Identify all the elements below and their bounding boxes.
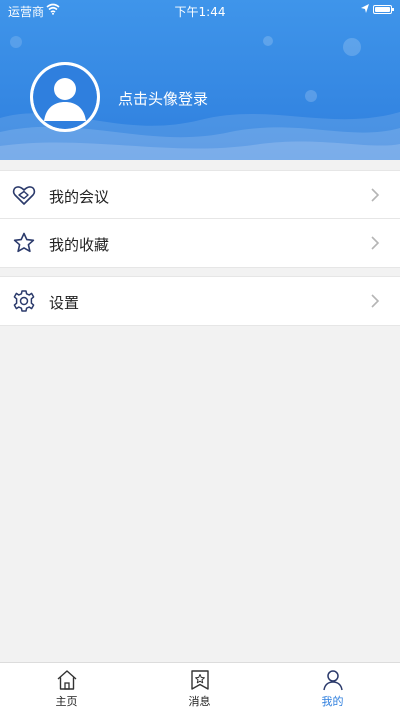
tab-label: 我的 xyxy=(321,695,344,708)
tab-label: 消息 xyxy=(188,695,211,708)
profile-header: 运营商 下午1:44 点击头像登录 xyxy=(0,0,400,160)
bottom-tab-bar: 主页 消息 我的 xyxy=(0,662,400,710)
status-bar: 运营商 下午1:44 xyxy=(0,0,400,20)
chevron-right-icon xyxy=(371,294,380,308)
menu-group-secondary: 设置 xyxy=(0,276,400,326)
login-prompt[interactable]: 点击头像登录 xyxy=(118,88,208,109)
avatar-button[interactable] xyxy=(30,62,100,132)
message-bookmark-icon xyxy=(191,670,209,690)
person-icon xyxy=(323,670,343,691)
meeting-heart-icon xyxy=(12,186,36,205)
gear-icon xyxy=(13,290,35,312)
menu-label: 我的会议 xyxy=(49,188,110,206)
menu-item-settings[interactable]: 设置 xyxy=(0,277,400,325)
tab-home[interactable]: 主页 xyxy=(0,663,133,710)
tab-messages[interactable]: 消息 xyxy=(133,663,266,710)
battery-icon xyxy=(373,5,394,14)
menu-item-my-meetings[interactable]: 我的会议 xyxy=(0,171,400,219)
chevron-right-icon xyxy=(371,188,380,202)
chevron-right-icon xyxy=(371,236,380,250)
menu-label: 设置 xyxy=(49,294,80,312)
star-icon xyxy=(13,232,35,253)
menu-item-my-favorites[interactable]: 我的收藏 xyxy=(0,219,400,267)
default-avatar-icon xyxy=(33,65,97,129)
menu-label: 我的收藏 xyxy=(49,236,110,254)
tab-mine[interactable]: 我的 xyxy=(266,663,399,710)
status-time: 下午1:44 xyxy=(174,5,226,19)
home-icon xyxy=(57,670,77,690)
location-arrow-icon xyxy=(361,4,369,13)
menu-group-primary: 我的会议 我的收藏 xyxy=(0,170,400,268)
tab-label: 主页 xyxy=(55,695,78,708)
